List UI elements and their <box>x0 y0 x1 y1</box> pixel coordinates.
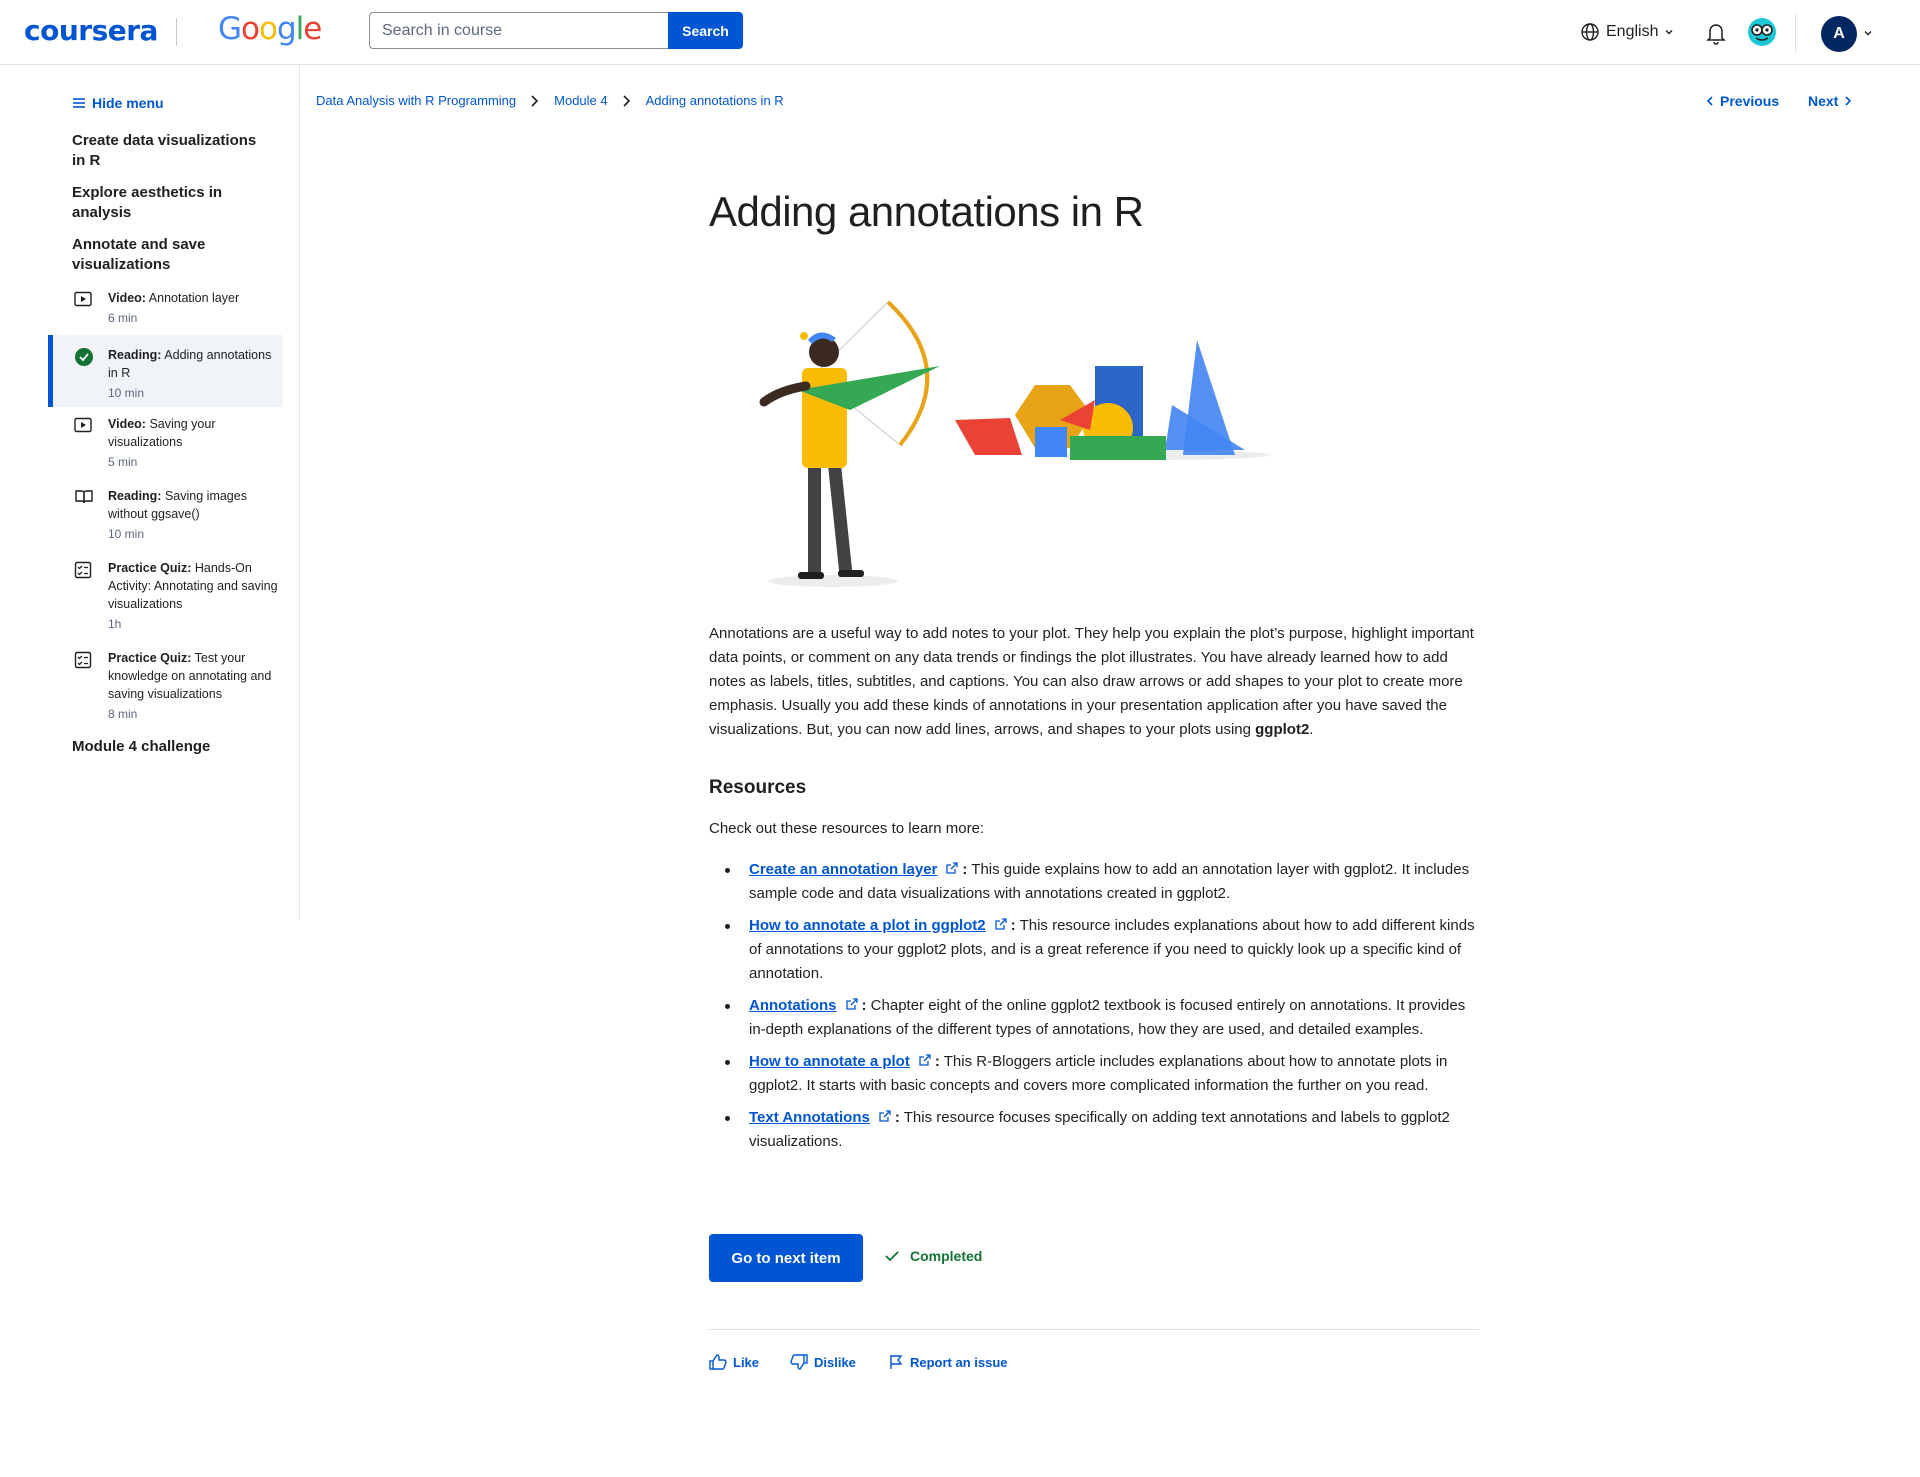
search-button[interactable]: Search <box>668 12 743 49</box>
completed-label: Completed <box>910 1248 983 1264</box>
search-input[interactable] <box>369 12 669 49</box>
intro-text: Annotations are a useful way to add note… <box>709 625 1474 738</box>
top-header: coursera Google Search English A <box>0 0 1920 65</box>
previous-button[interactable]: Previous <box>1706 93 1779 109</box>
globe-icon <box>1581 23 1599 41</box>
chevron-right-icon <box>623 94 630 107</box>
resources-list: Create an annotation layer: This guide e… <box>709 858 1479 1162</box>
header-separator <box>1795 14 1796 52</box>
external-link-icon <box>946 862 959 874</box>
coursera-logo[interactable]: coursera <box>24 14 158 47</box>
breadcrumb-course[interactable]: Data Analysis with R Programming <box>316 93 516 108</box>
external-link-icon <box>995 918 1007 930</box>
list-item: Text Annotations: This resource focuses … <box>709 1106 1479 1154</box>
thumbs-up-icon <box>709 1354 727 1370</box>
avatar[interactable]: A <box>1821 16 1857 52</box>
book-icon <box>75 490 93 504</box>
resource-link-annotate-plot[interactable]: How to annotate a plot <box>749 1053 910 1070</box>
resource-link-annotations[interactable]: Annotations <box>749 997 837 1014</box>
list-item: How to annotate a plot in ggplot2: This … <box>709 914 1479 986</box>
item-title: Annotation layer <box>148 291 240 305</box>
sidebar-section-create-visualizations[interactable]: Create data visualizations in R <box>72 131 262 171</box>
chevron-down-icon <box>1665 30 1673 35</box>
item-duration: 5 min <box>108 455 138 469</box>
item-kind: Practice Quiz: <box>108 651 192 665</box>
archer-and-shapes-illustration <box>759 300 1270 587</box>
go-to-next-item-button[interactable]: Go to next item <box>709 1234 863 1282</box>
sidebar-item-hands-on-activity[interactable]: Practice Quiz: Hands-On Activity: Annota… <box>48 559 283 643</box>
intro-paragraph: Annotations are a useful way to add note… <box>709 622 1479 742</box>
completed-status: Completed <box>884 1248 982 1264</box>
dislike-label: Dislike <box>814 1354 856 1370</box>
quiz-icon <box>74 651 92 669</box>
video-icon <box>74 291 92 307</box>
report-issue-button[interactable]: Report an issue <box>888 1354 1008 1370</box>
breadcrumb-current[interactable]: Adding annotations in R <box>646 93 784 108</box>
intro-end: . <box>1309 721 1314 738</box>
item-duration: 6 min <box>108 311 138 325</box>
checkmark-icon <box>885 1251 899 1262</box>
quiz-icon <box>74 561 92 579</box>
external-link-icon <box>919 1054 931 1066</box>
hide-menu-label: Hide menu <box>92 95 164 111</box>
content-divider <box>709 1329 1479 1330</box>
previous-label: Previous <box>1720 93 1780 109</box>
breadcrumb: Data Analysis with R Programming Module … <box>316 93 784 108</box>
list-item: Create an annotation layer: This guide e… <box>709 858 1479 906</box>
item-kind: Video: <box>108 291 146 305</box>
external-link-icon <box>845 998 858 1010</box>
sidebar-section-annotate-save[interactable]: Annotate and save visualizations <box>72 235 262 275</box>
thumbs-down-icon <box>790 1354 808 1370</box>
google-logo: Google <box>218 11 322 47</box>
item-kind: Reading: <box>108 348 162 362</box>
page-title: Adding annotations in R <box>709 188 1144 235</box>
video-icon <box>74 417 92 433</box>
sidebar-item-test-knowledge[interactable]: Practice Quiz: Test your knowledge on an… <box>48 649 283 733</box>
item-duration: 1h <box>108 617 122 631</box>
language-selector[interactable]: English <box>1580 22 1674 42</box>
like-label: Like <box>733 1354 760 1370</box>
menu-icon <box>73 98 85 108</box>
resource-link-text-annotations[interactable]: Text Annotations <box>749 1109 870 1126</box>
next-button[interactable]: Next <box>1808 93 1852 109</box>
flag-icon <box>890 1355 903 1369</box>
resource-link-create-annotation-layer[interactable]: Create an annotation layer <box>749 861 937 878</box>
item-duration: 10 min <box>108 527 145 541</box>
intro-bold-ggplot2: ggplot2 <box>1255 721 1310 738</box>
external-link-icon <box>879 1110 891 1122</box>
list-item: How to annotate a plot: This R-Bloggers … <box>709 1050 1479 1098</box>
logo-divider <box>176 18 177 46</box>
resource-link-annotate-plot-ggplot2[interactable]: How to annotate a plot in ggplot2 <box>749 917 986 934</box>
dislike-button[interactable]: Dislike <box>790 1354 856 1370</box>
breadcrumb-module[interactable]: Module 4 <box>554 93 607 108</box>
sidebar-item-saving-images[interactable]: Reading: Saving images without ggsave() … <box>48 487 283 553</box>
item-kind: Video: <box>108 417 146 431</box>
item-kind: Practice Quiz: <box>108 561 192 575</box>
bell-icon[interactable] <box>1705 21 1727 45</box>
next-label: Next <box>1808 93 1839 109</box>
coach-assistant-icon[interactable] <box>1747 17 1777 47</box>
course-sidebar: Hide menu Create data visualizations in … <box>0 65 300 920</box>
item-duration: 8 min <box>108 707 138 721</box>
language-label: English <box>1606 23 1659 40</box>
item-kind: Reading: <box>108 489 162 503</box>
report-label: Report an issue <box>910 1354 1008 1370</box>
sidebar-section-explore-aesthetics[interactable]: Explore aesthetics in analysis <box>72 183 262 223</box>
completed-check-icon <box>75 348 93 366</box>
chevron-down-icon[interactable] <box>1863 28 1873 38</box>
chevron-right-icon <box>531 94 539 107</box>
hide-menu-button[interactable]: Hide menu <box>72 95 164 111</box>
resources-intro: Check out these resources to learn more: <box>709 820 985 837</box>
resources-heading: Resources <box>709 777 807 798</box>
like-button[interactable]: Like <box>709 1354 759 1370</box>
sidebar-item-adding-annotations[interactable]: Reading: Adding annotations in R 10 min <box>48 335 283 407</box>
chevron-right-icon <box>1845 96 1852 106</box>
item-duration: 10 min <box>108 386 145 400</box>
chevron-left-icon <box>1706 96 1713 106</box>
sidebar-item-saving-visualizations[interactable]: Video: Saving your visualizations 5 min <box>48 415 283 481</box>
list-item: Annotations: Chapter eight of the online… <box>709 994 1479 1042</box>
sidebar-item-annotation-layer[interactable]: Video: Annotation layer 6 min <box>48 289 283 339</box>
sidebar-section-module-challenge[interactable]: Module 4 challenge <box>72 737 262 757</box>
